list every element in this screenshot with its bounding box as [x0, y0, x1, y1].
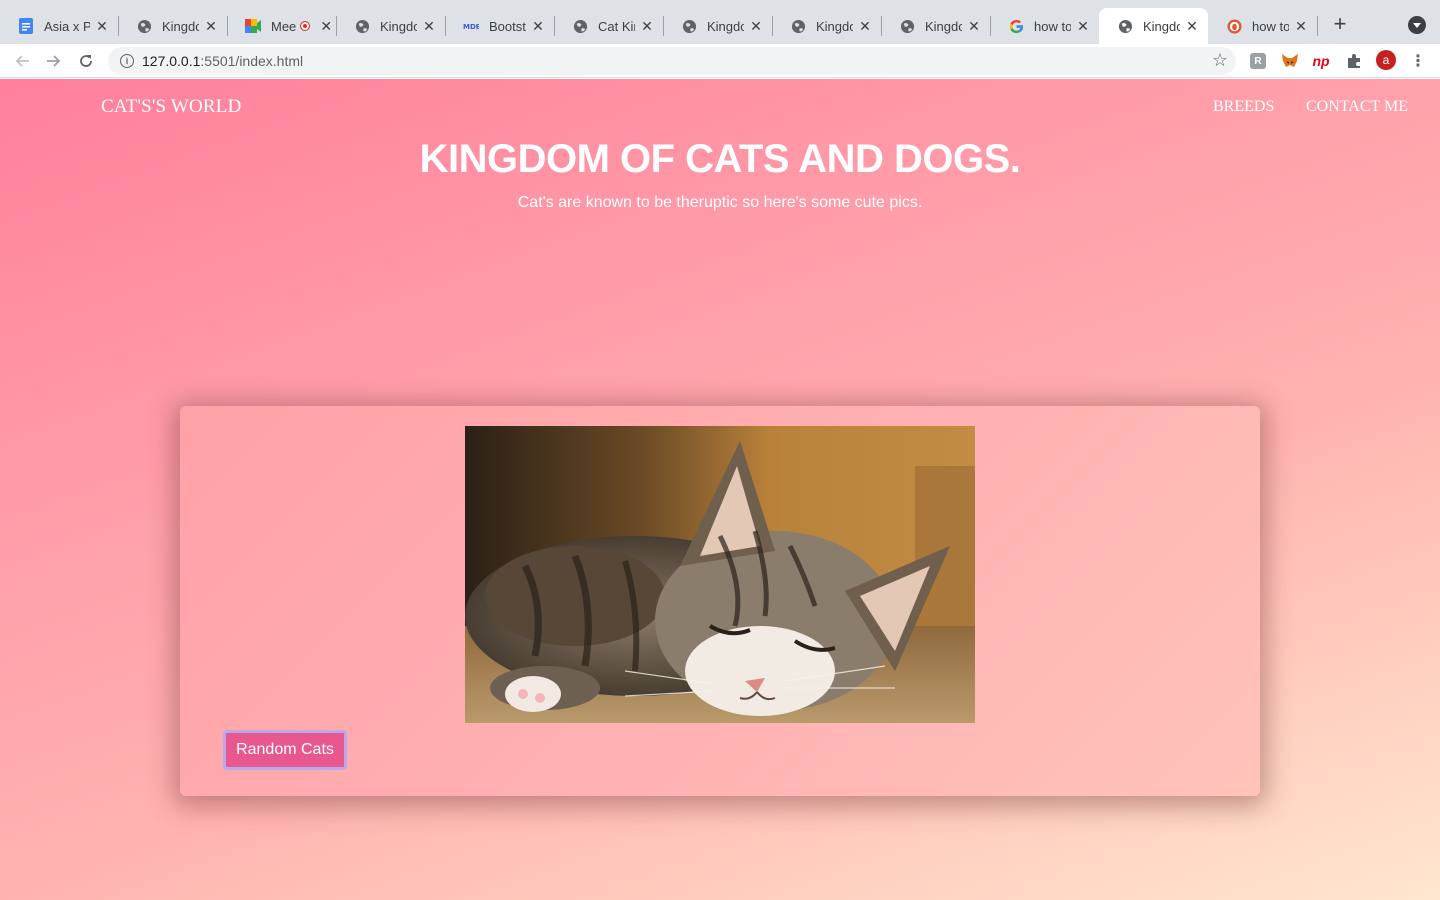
tab-title: Kingdon: [707, 18, 744, 34]
tab-title: how to I: [1252, 18, 1289, 34]
address-bar[interactable]: i 127.0.0.1:5501/index.html ☆: [108, 47, 1236, 75]
tab-title: Bootstr: [489, 18, 526, 34]
site-info-icon[interactable]: i: [120, 54, 134, 68]
tab-title: Kingdon: [925, 18, 962, 34]
tab[interactable]: how to r ✕: [990, 8, 1099, 44]
browser-toolbar: i 127.0.0.1:5501/index.html ☆ R np ⋮: [0, 44, 1440, 78]
tab[interactable]: Kingdon ✕: [336, 8, 445, 44]
tab-title: Kingdon: [380, 18, 417, 34]
tab[interactable]: Kingdon ✕: [881, 8, 990, 44]
site-brand[interactable]: CAT'S'S WORLD: [101, 96, 242, 118]
close-icon[interactable]: ✕: [421, 18, 437, 34]
npm-extension-icon[interactable]: np: [1310, 50, 1332, 72]
globe-icon: [899, 18, 915, 34]
tab-title: Kingdon: [816, 18, 853, 34]
globe-icon: [790, 18, 806, 34]
close-icon[interactable]: ✕: [318, 18, 334, 34]
mdb-icon: MDB: [463, 18, 479, 34]
bookmark-star-icon[interactable]: ☆: [1212, 50, 1228, 71]
tab[interactable]: Kingdon ✕: [663, 8, 772, 44]
meet-icon: [245, 18, 261, 34]
tab-title: Kingdon: [162, 18, 199, 34]
page-subtitle: Cat's are known to be theruptic so here'…: [517, 194, 923, 211]
browser-menu-icon[interactable]: ⋮: [1409, 50, 1427, 72]
tab-search-chevron-icon[interactable]: [1408, 16, 1426, 34]
random-cats-button[interactable]: Random Cats: [223, 730, 347, 770]
globe-icon: [681, 18, 697, 34]
tab-divider: [1317, 16, 1318, 36]
cat-card: Random Cats: [180, 406, 1260, 796]
tab-title: how to r: [1034, 18, 1071, 34]
docs-icon: [18, 18, 34, 34]
close-icon[interactable]: ✕: [966, 18, 982, 34]
close-icon[interactable]: ✕: [530, 18, 546, 34]
tab[interactable]: Cat King ✕: [554, 8, 663, 44]
url-text: 127.0.0.1:5501/index.html: [142, 53, 303, 69]
reload-icon[interactable]: [73, 48, 99, 74]
url-host: 127.0.0.1: [142, 53, 201, 69]
nav-link-breeds[interactable]: BREEDS: [1213, 98, 1274, 116]
close-icon[interactable]: ✕: [94, 18, 110, 34]
tab[interactable]: Kingdon ✕: [772, 8, 881, 44]
tab-title: Asia x P: [44, 18, 90, 34]
close-icon[interactable]: ✕: [1293, 18, 1309, 34]
tab[interactable]: Kingdon ✕: [118, 8, 227, 44]
close-icon[interactable]: ✕: [639, 18, 655, 34]
metamask-fox-icon[interactable]: [1279, 50, 1301, 72]
page-body: CAT'S'S WORLD BREEDS CONTACT ME KINGDOM …: [0, 79, 1440, 900]
globe-icon: [572, 18, 588, 34]
google-icon: [1008, 18, 1024, 34]
tab[interactable]: how to I ✕: [1208, 8, 1317, 44]
tab-title: Cat King: [598, 18, 635, 34]
tab-title: Kingdon: [1143, 18, 1180, 34]
extensions-puzzle-icon[interactable]: [1343, 50, 1365, 72]
close-icon[interactable]: ✕: [1184, 18, 1200, 34]
globe-icon: [1117, 18, 1133, 34]
tab[interactable]: Asia x P ✕: [0, 8, 118, 44]
recording-indicator-icon: [300, 21, 311, 31]
browser-tab-strip: Asia x P ✕ Kingdon ✕ Mee ✕ Kingdon ✕ MDB…: [0, 0, 1440, 44]
profile-avatar[interactable]: a: [1376, 50, 1396, 70]
close-icon[interactable]: ✕: [748, 18, 764, 34]
globe-icon: [354, 18, 370, 34]
svg-text:MDB: MDB: [463, 23, 479, 31]
tab-active[interactable]: Kingdon ✕: [1099, 8, 1208, 44]
tab[interactable]: Mee ✕: [227, 8, 336, 44]
close-icon[interactable]: ✕: [203, 18, 219, 34]
page-title: KINGDOM OF CATS AND DOGS.: [419, 137, 1021, 181]
extension-r-icon[interactable]: R: [1250, 53, 1266, 69]
kitten-photo: [465, 426, 975, 723]
close-icon[interactable]: ✕: [1075, 18, 1091, 34]
forward-arrow-icon[interactable]: [41, 48, 67, 74]
duckduckgo-icon: [1226, 18, 1242, 34]
new-tab-plus-icon[interactable]: +: [1328, 11, 1352, 36]
tab[interactable]: MDB Bootstr ✕: [445, 8, 554, 44]
nav-link-contact[interactable]: CONTACT ME: [1306, 98, 1408, 116]
url-path: :5501/index.html: [200, 53, 304, 69]
close-icon[interactable]: ✕: [857, 18, 873, 34]
tab-title: Mee: [271, 18, 297, 34]
back-arrow-icon[interactable]: [9, 48, 35, 74]
globe-icon: [136, 18, 152, 34]
